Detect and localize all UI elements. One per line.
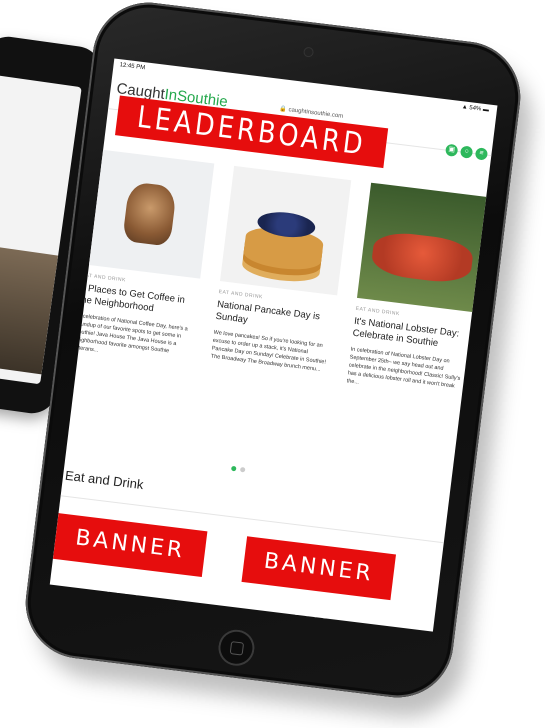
article-card[interactable]: EAT AND DRINK It's National Lobster Day:… [346,182,489,400]
gift-icon[interactable]: ▣ [444,143,459,157]
article-image[interactable] [356,182,489,313]
status-time: 12:45 PM [119,62,146,72]
home-button[interactable] [216,627,257,668]
carousel-dot[interactable] [230,465,237,472]
carousel-dot[interactable] [239,466,246,473]
carousel-dots [230,465,246,473]
article-excerpt: In celebration of National Lobster Day o… [346,346,461,390]
article-image[interactable] [220,165,352,296]
article-excerpt: We love pancakes! So if you're looking f… [210,329,327,373]
banner-ad[interactable]: BANNER AD [241,536,396,628]
header-icons: ▣ ○ ≡ [444,143,489,161]
article-image[interactable] [83,149,215,279]
search-icon[interactable]: ○ [459,145,474,159]
menu-icon[interactable]: ≡ [474,147,489,161]
tablet-device: 12:45 PM ▲ 54% ▬ CaughtInSouthie 🔒 caugh… [19,0,527,704]
status-battery: ▲ 54% ▬ [461,104,490,114]
camera-icon [304,47,314,57]
banner-ad[interactable]: BANNER AD [52,513,208,605]
tablet-screen: 12:45 PM ▲ 54% ▬ CaughtInSouthie 🔒 caugh… [49,58,498,632]
article-excerpt: In celebration of National Coffee Day, h… [72,312,189,355]
section-title: Eat and Drink [64,467,145,493]
article-card[interactable]: EAT AND DRINK 7 Places to Get Coffee in … [72,149,215,366]
article-card[interactable]: EAT AND DRINK National Pancake Day is Su… [210,165,352,375]
